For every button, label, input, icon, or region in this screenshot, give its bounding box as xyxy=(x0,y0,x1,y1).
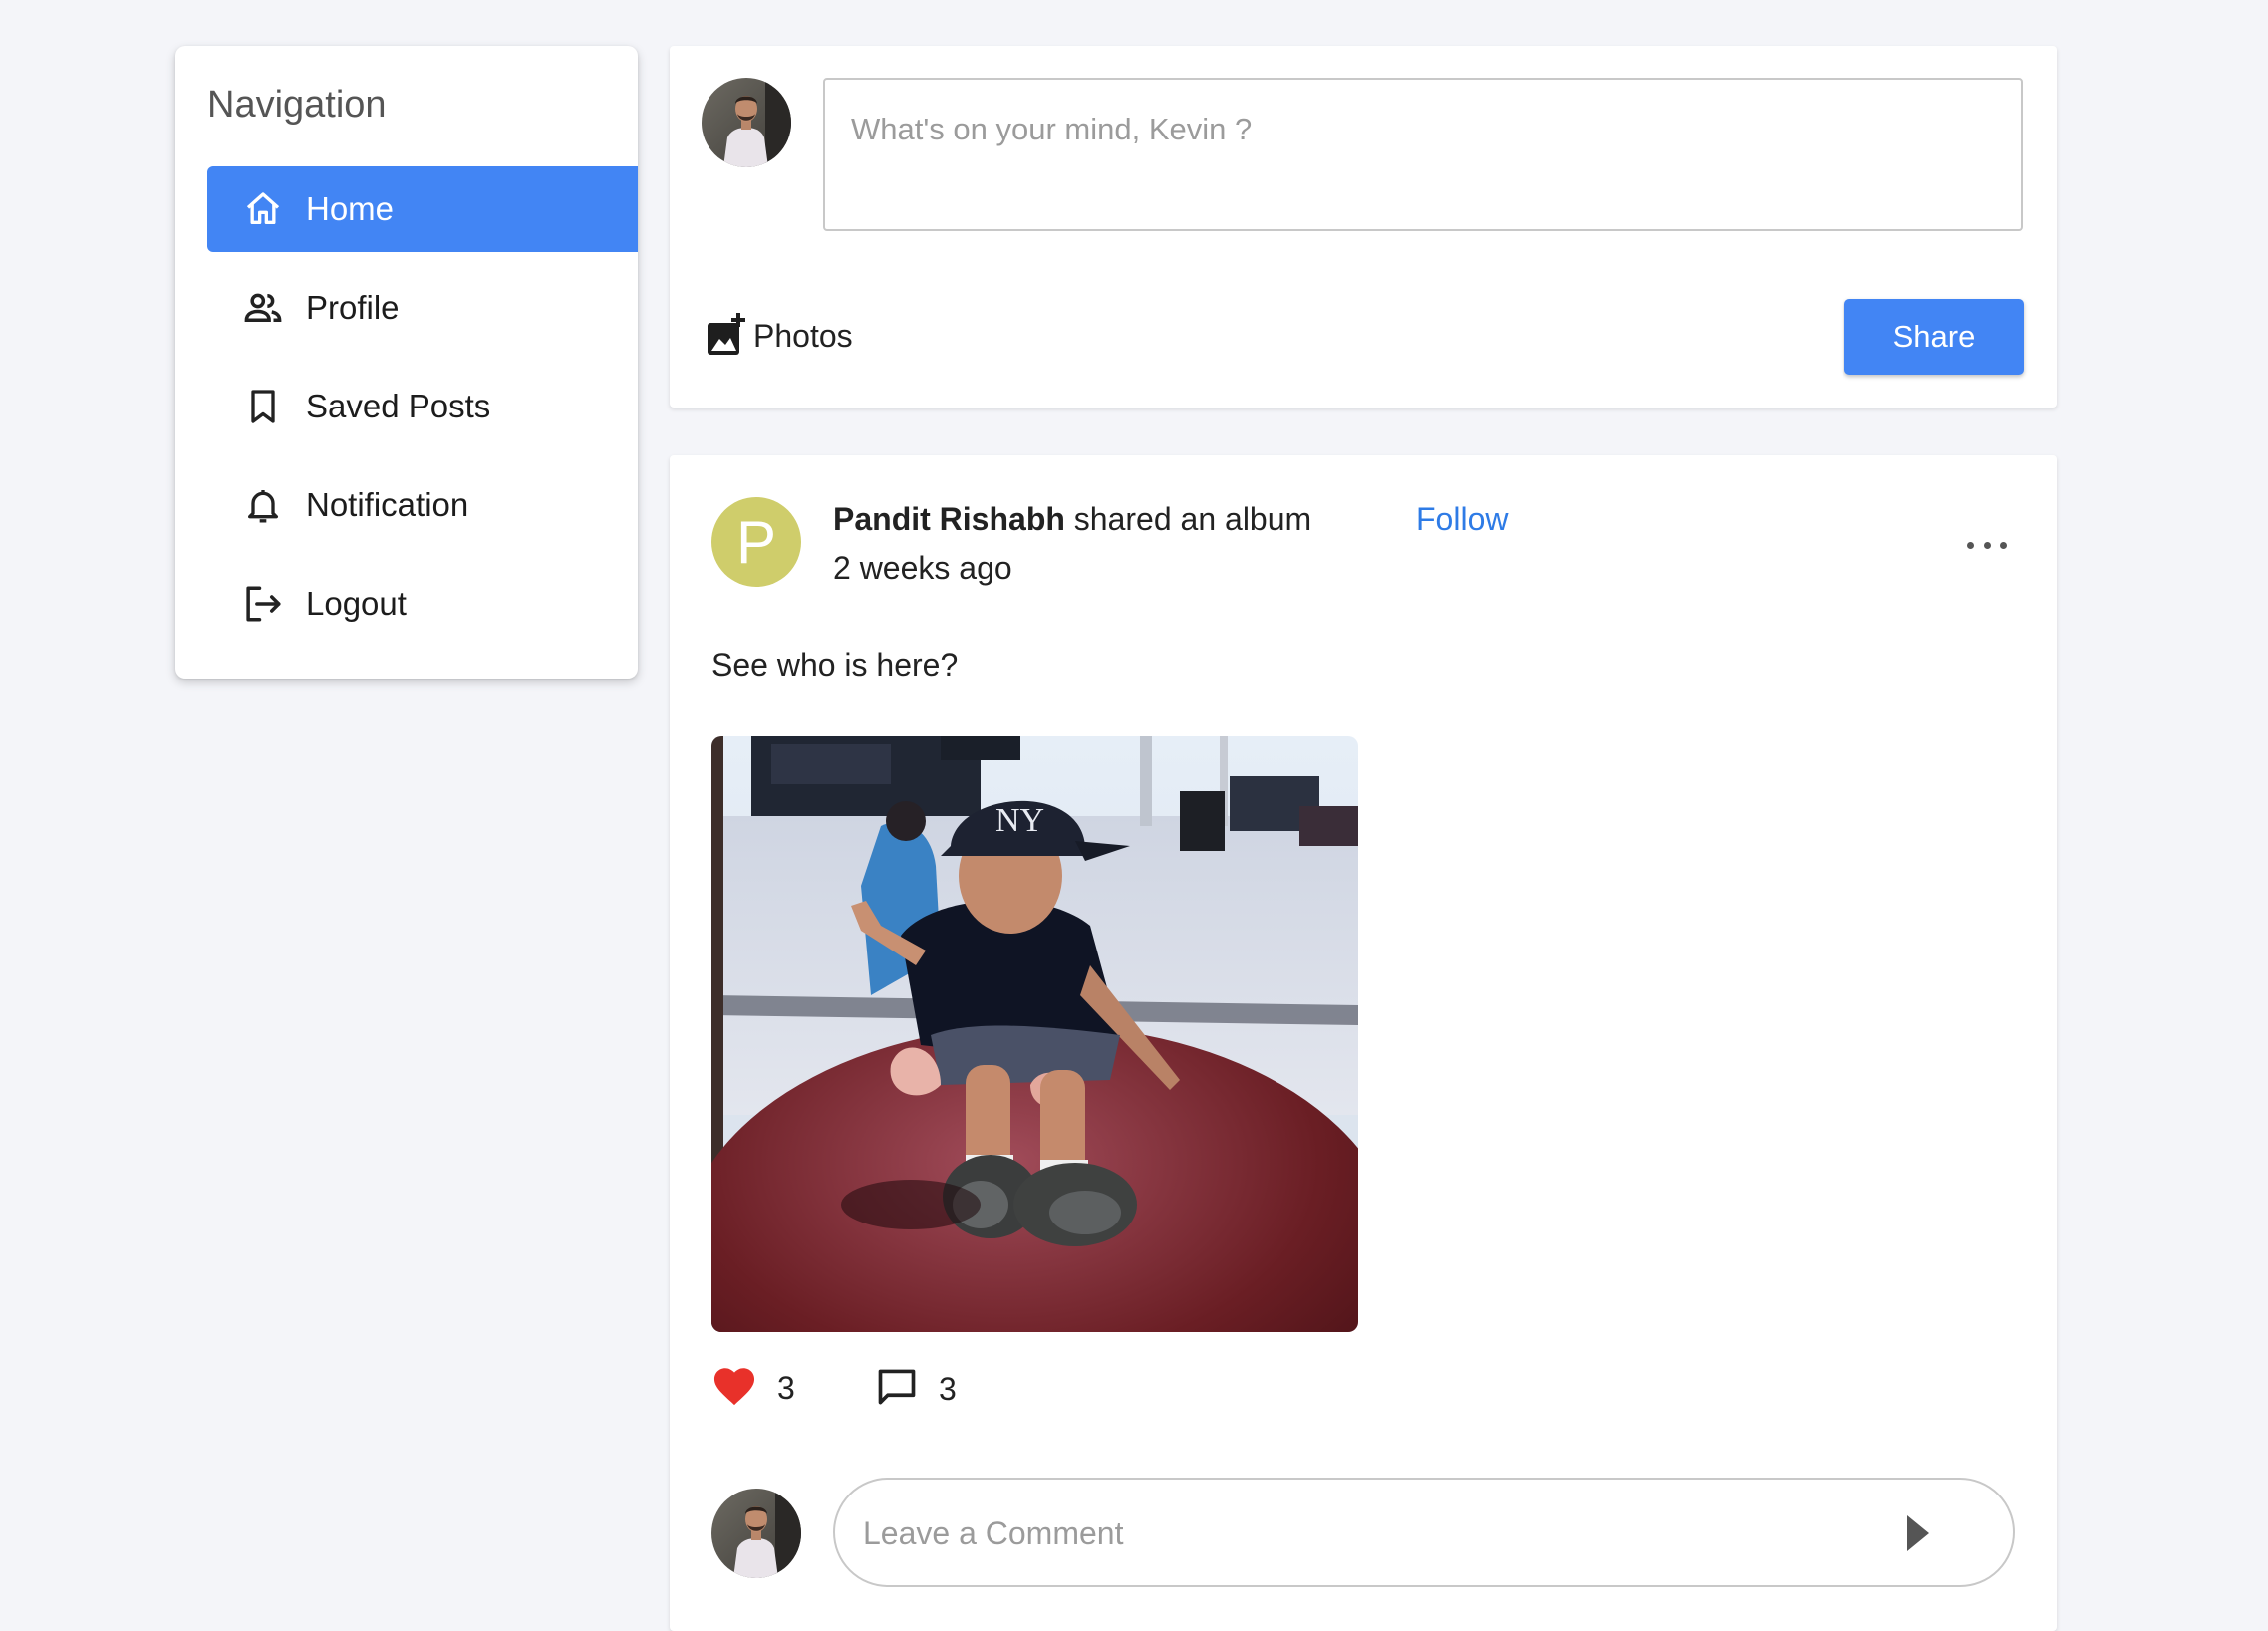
bookmark-icon xyxy=(241,385,285,428)
sidebar-item-profile[interactable]: Profile xyxy=(207,265,638,351)
nav-list: Home Profile Saved Posts Notification Lo… xyxy=(207,166,638,660)
bell-icon xyxy=(241,483,285,527)
post-action: shared an album xyxy=(1073,501,1312,537)
sidebar-item-label: Home xyxy=(306,190,395,227)
author-name[interactable]: Pandit Rishabh xyxy=(833,501,1065,537)
add-photos-button[interactable]: Photos xyxy=(706,311,853,362)
like-button[interactable]: 3 xyxy=(711,1365,795,1412)
post-header: Pandit Rishabh shared an album xyxy=(833,501,1311,538)
home-icon xyxy=(241,187,285,231)
sidebar-item-saved-posts[interactable]: Saved Posts xyxy=(207,364,638,449)
photos-label: Photos xyxy=(753,318,853,354)
share-button[interactable]: Share xyxy=(1844,299,2024,375)
svg-text:NY: NY xyxy=(995,802,1044,839)
comment-button[interactable]: 3 xyxy=(875,1365,957,1414)
logout-icon xyxy=(241,582,285,626)
send-icon[interactable] xyxy=(1903,1515,1933,1551)
post-image[interactable]: NY xyxy=(711,736,1358,1332)
comment-box xyxy=(833,1478,2015,1587)
people-icon xyxy=(241,286,285,330)
author-avatar[interactable]: P xyxy=(711,497,801,587)
add-photo-icon xyxy=(706,311,749,362)
like-count: 3 xyxy=(777,1370,795,1406)
sidebar-item-logout[interactable]: Logout xyxy=(207,561,638,647)
more-options-icon[interactable] xyxy=(1967,537,2007,553)
comment-input[interactable] xyxy=(861,1480,1881,1587)
follow-button[interactable]: Follow xyxy=(1416,501,1508,538)
comment-count: 3 xyxy=(939,1371,957,1407)
comment-icon xyxy=(875,1365,919,1414)
post-card: P Pandit Rishabh shared an album 2 weeks… xyxy=(670,455,2057,1631)
sidebar-item-label: Notification xyxy=(306,486,469,523)
sidebar-item-label: Logout xyxy=(306,585,407,622)
status-input[interactable] xyxy=(823,78,2023,231)
post-text: See who is here? xyxy=(711,647,959,682)
post-composer: Photos Share xyxy=(670,46,2057,408)
sidebar-title: Navigation xyxy=(207,84,387,126)
sidebar-item-notification[interactable]: Notification xyxy=(207,462,638,548)
user-avatar xyxy=(702,78,791,167)
post-timestamp: 2 weeks ago xyxy=(833,550,1012,586)
sidebar-item-home[interactable]: Home xyxy=(207,166,638,252)
sidebar-item-label: Profile xyxy=(306,289,400,326)
heart-icon xyxy=(711,1365,757,1412)
sidebar-item-label: Saved Posts xyxy=(306,388,491,424)
user-avatar xyxy=(711,1489,801,1578)
navigation-sidebar: Navigation Home Profile Saved Posts Noti… xyxy=(175,46,638,679)
